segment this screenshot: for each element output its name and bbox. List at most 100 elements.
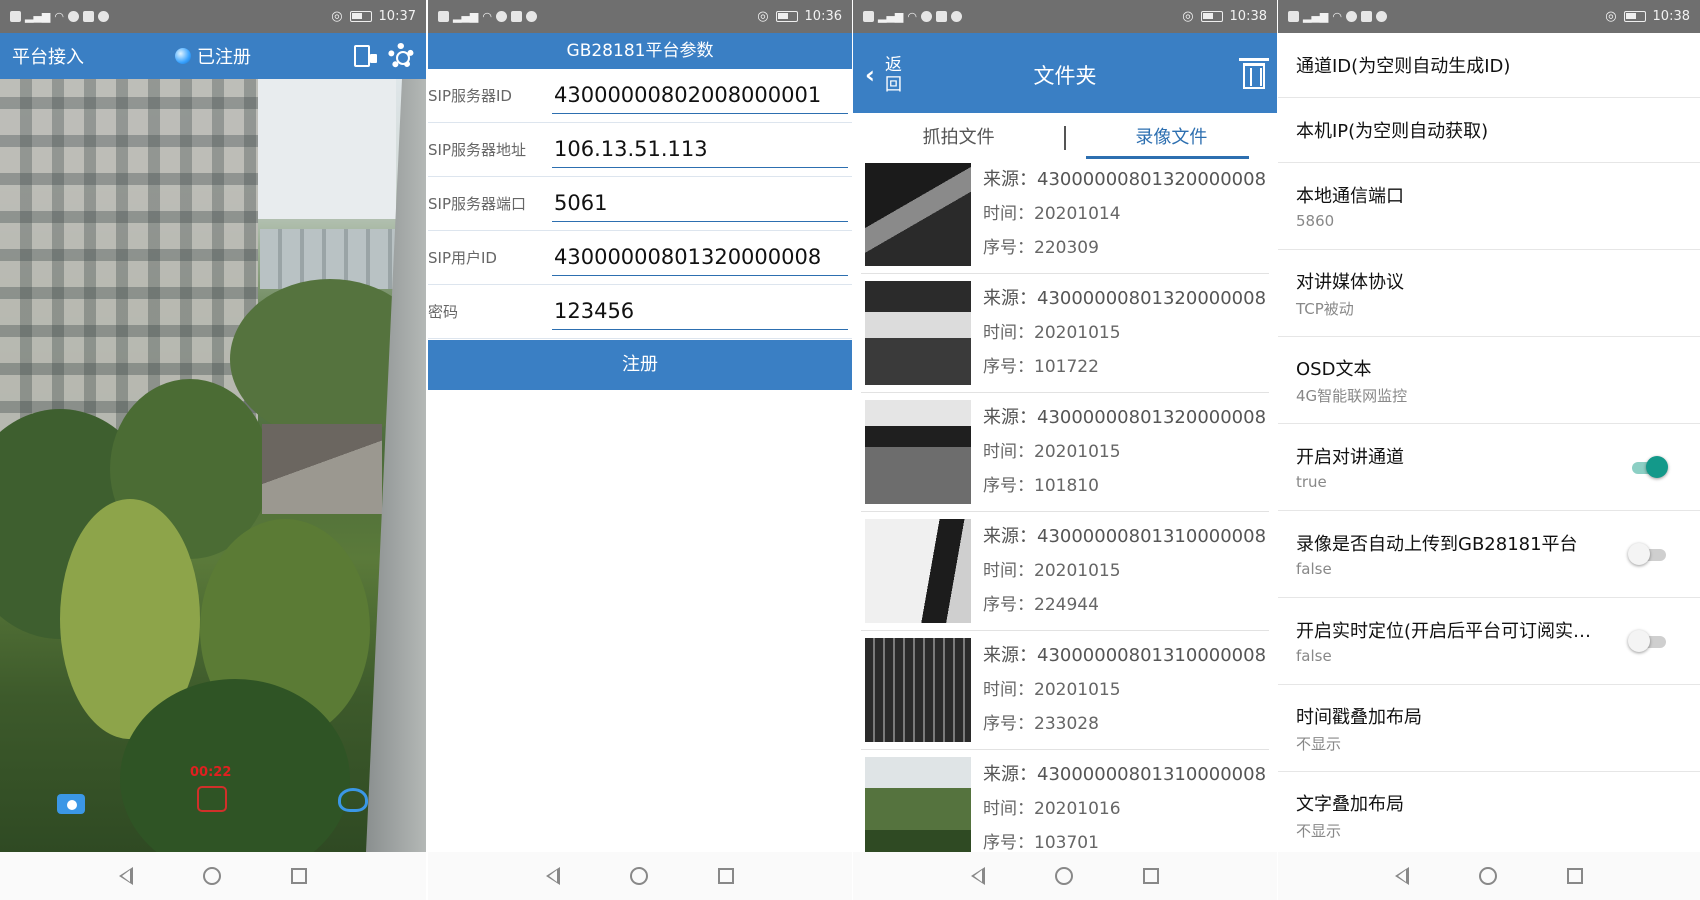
sip-server-port-input[interactable]: 5061 [552, 186, 848, 222]
back-nav-icon[interactable] [546, 867, 560, 885]
params-form: SIP服务器ID 43000000802008000001 SIP服务器地址 1… [428, 69, 852, 339]
file-time: 时间：20201016 [983, 799, 1121, 819]
auto-upload-toggle[interactable] [1628, 543, 1668, 565]
setting-channel-id[interactable]: 通道ID(为空则自动生成ID) [1278, 33, 1700, 98]
signal-icon: ▂▄▆ [453, 10, 479, 23]
settings-screen: ▂▄▆ ◠ ◎ 10:38 通道ID(为空则自动生成ID) 本机IP(为空则自动… [1278, 0, 1700, 900]
list-item[interactable]: 来源：43000000801310000008 时间：20201016 序号：1… [861, 750, 1269, 852]
list-item[interactable]: 来源：43000000801310000008 时间：20201015 序号：2… [861, 512, 1269, 631]
screenshot-root: ▂▄▆ ◠ ◎ 10:37 平台接入 已注册 00:22 ▂▄▆ ◠ ◎ 10:… [0, 0, 1700, 900]
back-nav-icon[interactable] [971, 867, 985, 885]
settings-list: 通道ID(为空则自动生成ID) 本机IP(为空则自动获取) 本地通信端口 586… [1278, 33, 1700, 859]
app-icon [511, 11, 522, 22]
setting-title: 本地通信端口 [1296, 186, 1404, 207]
status-icons-left: ▂▄▆ ◠ [10, 10, 109, 23]
system-nav-bar [428, 852, 852, 900]
setting-intercom-protocol[interactable]: 对讲媒体协议 TCP被动 [1278, 250, 1700, 337]
list-item[interactable]: 来源：43000000801320000008 时间：20201015 序号：1… [861, 393, 1269, 512]
recents-nav-icon[interactable] [718, 868, 734, 884]
status-bar: ▂▄▆ ◠ ◎ 10:36 [428, 0, 852, 33]
setting-value: TCP被动 [1296, 299, 1354, 318]
status-icons-left: ▂▄▆ ◠ [438, 10, 537, 23]
setting-auto-upload[interactable]: 录像是否自动上传到GB28181平台 false [1278, 511, 1700, 598]
hd-icon [438, 11, 449, 22]
system-nav-bar [1278, 852, 1700, 900]
setting-title: OSD文本 [1296, 358, 1372, 380]
back-nav-icon[interactable] [119, 867, 133, 885]
tab-snapshots[interactable]: 抓拍文件 [853, 113, 1064, 163]
page-title: GB28181平台参数 [428, 33, 852, 69]
wifi-icon: ◠ [907, 10, 917, 23]
app-icon [921, 11, 932, 22]
wifi-icon: ◠ [482, 10, 492, 23]
recents-nav-icon[interactable] [291, 868, 307, 884]
field-label: 密码 [428, 303, 459, 321]
form-row-password: 密码 123456 [428, 285, 852, 339]
trash-icon[interactable] [1239, 58, 1269, 89]
setting-local-ip[interactable]: 本机IP(为空则自动获取) [1278, 98, 1700, 163]
list-item[interactable]: 来源：43000000801320000008 时间：20201015 序号：1… [861, 274, 1269, 393]
field-label: SIP用户ID [428, 249, 497, 267]
status-time: 10:38 [1652, 9, 1690, 24]
list-item[interactable]: 来源：43000000801310000008 时间：20201015 序号：2… [861, 631, 1269, 750]
sip-server-id-input[interactable]: 43000000802008000001 [552, 78, 848, 114]
eye-icon: ◎ [1605, 9, 1617, 24]
platform-params-screen: ▂▄▆ ◠ ◎ 10:36 GB28181平台参数 SIP服务器ID 43000… [428, 0, 852, 900]
list-item[interactable]: 来源：43000000801320000008 时间：20201014 序号：2… [861, 163, 1269, 274]
sip-user-id-input[interactable]: 43000000801320000008 [552, 240, 848, 276]
top-bar: ‹ 返回 文件夹 [853, 33, 1277, 113]
app-icon [1346, 11, 1357, 22]
home-nav-icon[interactable] [630, 867, 648, 885]
home-nav-icon[interactable] [203, 867, 221, 885]
status-icons-left: ▂▄▆ ◠ [1288, 10, 1387, 23]
lock-icon[interactable] [354, 45, 377, 67]
realtime-location-toggle[interactable] [1628, 630, 1668, 652]
gear-icon[interactable] [388, 43, 414, 69]
top-bar-actions [354, 43, 414, 69]
setting-osd-text[interactable]: OSD文本 4G智能联网监控 [1278, 337, 1700, 424]
setting-local-port[interactable]: 本地通信端口 5860 [1278, 163, 1700, 250]
file-meta: 来源：43000000801310000008 时间：20201015 序号：2… [983, 520, 1266, 622]
file-source: 来源：43000000801310000008 [983, 526, 1267, 547]
page-title: 文件夹 [1033, 64, 1097, 88]
file-seq: 序号：224944 [983, 595, 1099, 615]
setting-realtime-location[interactable]: 开启实时定位(开启后平台可订阅实… false [1278, 598, 1700, 685]
file-list[interactable]: 来源：43000000801320000008 时间：20201014 序号：2… [853, 163, 1277, 852]
thumbnail [865, 638, 971, 742]
eye-icon: ◎ [757, 9, 769, 24]
home-nav-icon[interactable] [1055, 867, 1073, 885]
setting-intercom-channel[interactable]: 开启对讲通道 true [1278, 424, 1700, 511]
home-nav-icon[interactable] [1479, 867, 1497, 885]
sip-server-address-input[interactable]: 106.13.51.113 [552, 132, 848, 168]
status-bar: ▂▄▆ ◠ ◎ 10:38 [1278, 0, 1700, 33]
signal-icon: ▂▄▆ [1303, 10, 1329, 23]
file-seq: 序号：101810 [983, 476, 1099, 496]
hd-icon [863, 11, 874, 22]
recents-nav-icon[interactable] [1567, 868, 1583, 884]
file-meta: 来源：43000000801310000008 时间：20201016 序号：1… [983, 758, 1266, 852]
app-icon [496, 11, 507, 22]
setting-value: 不显示 [1296, 821, 1342, 840]
status-time: 10:36 [804, 9, 842, 24]
app-icon [83, 11, 94, 22]
platform-access-title[interactable]: 平台接入 [12, 43, 84, 69]
chat-icon [98, 11, 109, 22]
intercom-channel-toggle[interactable] [1628, 456, 1668, 478]
record-icon[interactable] [197, 786, 227, 812]
thumbnail [865, 163, 971, 266]
setting-text-layout[interactable]: 文字叠加布局 不显示 [1278, 772, 1700, 859]
recents-nav-icon[interactable] [1143, 868, 1159, 884]
tab-recordings[interactable]: 录像文件 [1066, 113, 1277, 163]
status-icons-left: ▂▄▆ ◠ [863, 10, 962, 23]
field-label: SIP服务器地址 [428, 141, 526, 159]
switch-camera-icon[interactable] [338, 788, 368, 812]
password-input[interactable]: 123456 [552, 294, 848, 330]
setting-timestamp-layout[interactable]: 时间戳叠加布局 不显示 [1278, 685, 1700, 772]
register-button[interactable]: 注册 [428, 340, 852, 390]
back-nav-icon[interactable] [1395, 867, 1409, 885]
camera-shutter-icon[interactable] [57, 794, 85, 814]
form-row-sip-server-port: SIP服务器端口 5061 [428, 177, 852, 231]
sky [258, 79, 396, 219]
eye-icon: ◎ [1182, 9, 1194, 24]
file-time: 时间：20201015 [983, 680, 1121, 700]
